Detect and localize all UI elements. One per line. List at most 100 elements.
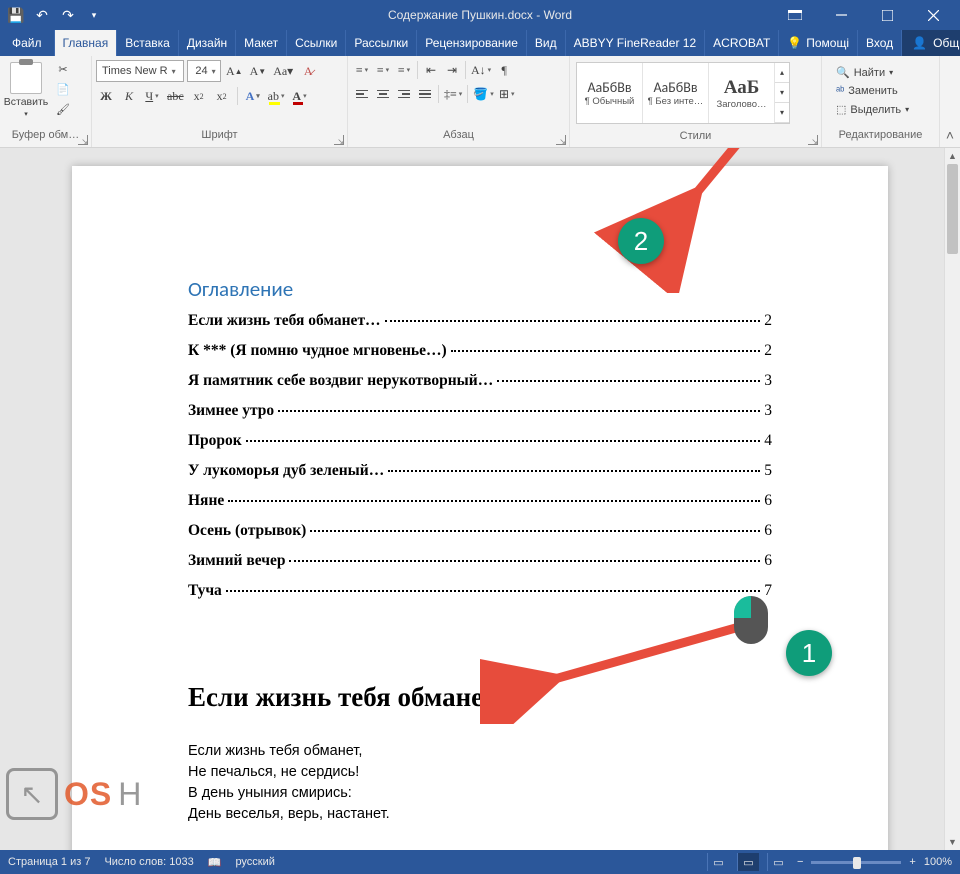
underline-button[interactable]: Ч (142, 86, 162, 106)
redo-button[interactable]: ↷ (56, 3, 80, 27)
toc-entry[interactable]: Если жизнь тебя обманет…2 (188, 312, 772, 330)
poem-body[interactable]: Если жизнь тебя обманет,Не печалься, не … (188, 741, 772, 825)
font-color-button[interactable]: A (290, 86, 310, 106)
format-painter-button[interactable]: 🖌 (52, 100, 74, 118)
text-effects-button[interactable]: A (243, 86, 263, 106)
toc-entry[interactable]: Туча7 (188, 582, 772, 600)
style-item[interactable]: АаБбВв¶ Обычный (577, 63, 643, 123)
highlight-button[interactable]: ab (266, 86, 287, 106)
outdent-button[interactable]: ⇤ (421, 60, 441, 80)
styles-gallery[interactable]: АаБбВв¶ ОбычныйАаБбВв¶ Без инте…АаБЗагол… (576, 62, 790, 124)
cut-button[interactable]: ✂ (52, 60, 74, 78)
show-marks-button[interactable]: ¶ (494, 60, 514, 80)
grow-font-button[interactable]: A▲ (224, 61, 245, 81)
styles-scroll[interactable]: ▴▾▾ (775, 63, 789, 123)
poem-line[interactable]: Не печалься, не сердись! (188, 762, 772, 783)
share-icon: 👤 (912, 36, 927, 50)
strikethrough-button[interactable]: abc (165, 86, 186, 106)
select-button[interactable]: ⬚Выделить ▾ (832, 101, 913, 118)
toc-entry[interactable]: Няне6 (188, 492, 772, 510)
numbering-button[interactable]: ≡ (373, 60, 393, 80)
line-spacing-button[interactable]: ‡≡ (442, 84, 464, 104)
vertical-scrollbar[interactable]: ▲ ▼ (944, 148, 960, 850)
bold-button[interactable]: Ж (96, 86, 116, 106)
zoom-in-button[interactable]: + (909, 856, 915, 868)
toc-entry[interactable]: У лукоморья дуб зеленый…5 (188, 462, 772, 480)
paste-label: Вставить (4, 96, 49, 108)
toc-entry[interactable]: Зимнее утро3 (188, 402, 772, 420)
ribbon-display-button[interactable] (772, 0, 818, 30)
scroll-up-button[interactable]: ▲ (945, 148, 960, 164)
page-indicator[interactable]: Страница 1 из 7 (8, 856, 90, 868)
collapse-ribbon-button[interactable]: ˄ (940, 56, 960, 147)
change-case-button[interactable]: Aa▾ (271, 61, 295, 81)
print-layout-button[interactable]: ▭ (737, 853, 759, 871)
spellcheck-icon[interactable]: 📖 (208, 856, 222, 869)
poem-line[interactable]: В день уныния смирись: (188, 783, 772, 804)
maximize-button[interactable] (864, 0, 910, 30)
undo-button[interactable]: ↶ (30, 3, 54, 27)
zoom-slider[interactable] (811, 861, 901, 864)
align-left-button[interactable] (352, 84, 372, 104)
tab-view[interactable]: Вид (527, 30, 566, 56)
replace-button[interactable]: ᵃᵇЗаменить (832, 83, 913, 99)
table-of-contents[interactable]: Если жизнь тебя обманет…2 К *** (Я помню … (188, 312, 772, 600)
font-name-combo[interactable]: Times New R (96, 60, 184, 82)
scroll-down-button[interactable]: ▼ (945, 834, 960, 850)
tab-mailings[interactable]: Рассылки (346, 30, 417, 56)
title-bar: 💾 ↶ ↷ ▾ Содержание Пушкин.docx - Word (0, 0, 960, 30)
tab-acrobat[interactable]: ACROBAT (705, 30, 779, 56)
indent-button[interactable]: ⇥ (442, 60, 462, 80)
tab-layout[interactable]: Макет (236, 30, 287, 56)
share-button[interactable]: 👤 Общий доступ (902, 30, 960, 56)
align-justify-button[interactable] (415, 84, 435, 104)
style-item[interactable]: АаБЗаголово… (709, 63, 775, 123)
language-indicator[interactable]: русский (235, 856, 274, 868)
zoom-out-button[interactable]: − (797, 856, 803, 868)
tab-references[interactable]: Ссылки (287, 30, 346, 56)
shading-button[interactable]: 🪣 (471, 84, 495, 104)
word-count[interactable]: Число слов: 1033 (104, 856, 193, 868)
toc-entry[interactable]: Осень (отрывок)6 (188, 522, 772, 540)
toc-entry[interactable]: К *** (Я помню чудное мгновенье…)2 (188, 342, 772, 360)
toc-entry[interactable]: Зимний вечер6 (188, 552, 772, 570)
paste-button[interactable]: Вставить ▾ (4, 60, 48, 120)
scroll-thumb[interactable] (947, 164, 958, 254)
minimize-button[interactable] (818, 0, 864, 30)
tab-home[interactable]: Главная (55, 30, 118, 56)
shrink-font-button[interactable]: A▼ (248, 61, 269, 81)
italic-button[interactable]: К (119, 86, 139, 106)
multilevel-button[interactable]: ≡ (394, 60, 414, 80)
poem-line[interactable]: День веселья, верь, настанет. (188, 804, 772, 825)
sort-button[interactable]: A↓ (469, 60, 493, 80)
font-size-combo[interactable]: 24 (187, 60, 221, 82)
read-mode-button[interactable]: ▭ (707, 853, 729, 871)
align-center-button[interactable] (373, 84, 393, 104)
clear-formatting-button[interactable]: A̷ (298, 61, 318, 81)
page-1[interactable]: Оглавление Если жизнь тебя обманет…2К **… (72, 166, 888, 850)
save-button[interactable]: 💾 (4, 3, 28, 27)
bullets-button[interactable]: ≡ (352, 60, 372, 80)
find-button[interactable]: 🔍Найти ▾ (832, 64, 913, 81)
superscript-button[interactable]: x2 (212, 86, 232, 106)
toc-entry[interactable]: Я памятник себе воздвиг нерукотворный…3 (188, 372, 772, 390)
tab-abbyy[interactable]: ABBYY FineReader 12 (566, 30, 706, 56)
tab-review[interactable]: Рецензирование (417, 30, 527, 56)
tab-file[interactable]: Файл (0, 30, 55, 56)
web-layout-button[interactable]: ▭ (767, 853, 789, 871)
sign-in-button[interactable]: Вход (858, 30, 902, 56)
style-item[interactable]: АаБбВв¶ Без инте… (643, 63, 709, 123)
toc-entry[interactable]: Пророк4 (188, 432, 772, 450)
share-label: Общий доступ (933, 36, 960, 50)
tab-design[interactable]: Дизайн (179, 30, 236, 56)
zoom-level[interactable]: 100% (924, 856, 952, 868)
copy-button[interactable]: 📄 (52, 80, 74, 98)
qat-customize-button[interactable]: ▾ (82, 3, 106, 27)
tell-me-button[interactable]: 💡Помощі (779, 30, 858, 56)
tab-insert[interactable]: Вставка (117, 30, 179, 56)
close-button[interactable] (910, 0, 956, 30)
align-right-button[interactable] (394, 84, 414, 104)
subscript-button[interactable]: x2 (189, 86, 209, 106)
poem-line[interactable]: Если жизнь тебя обманет, (188, 741, 772, 762)
borders-button[interactable]: ⊞ (497, 84, 517, 104)
